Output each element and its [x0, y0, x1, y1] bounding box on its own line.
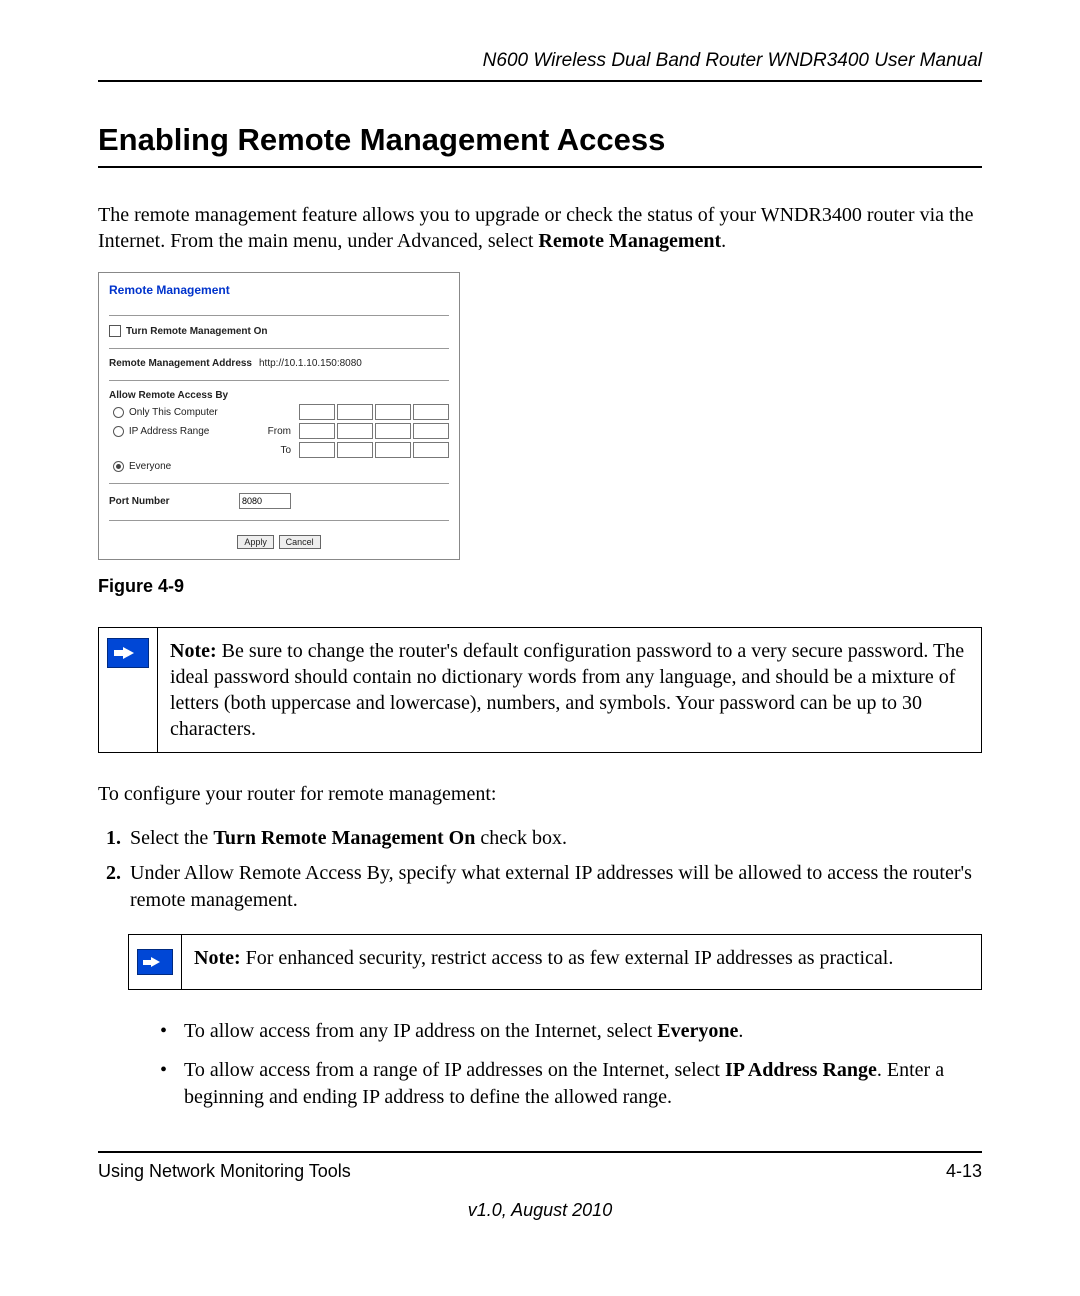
ip-octet-input[interactable] — [337, 404, 373, 420]
ip-octet-input[interactable] — [299, 442, 335, 458]
figure-caption: Figure 4-9 — [98, 576, 982, 597]
steps-list: Select the Turn Remote Management On che… — [98, 825, 982, 914]
arrow-right-icon — [137, 949, 173, 975]
ip-octet-input[interactable] — [337, 423, 373, 439]
radio-ip-range[interactable] — [113, 426, 124, 437]
step-1: Select the Turn Remote Management On che… — [126, 825, 982, 852]
bullet-ip-range: To allow access from a range of IP addre… — [160, 1057, 982, 1111]
arrow-right-icon — [107, 638, 149, 668]
note-text: Note: For enhanced security, restrict ac… — [182, 935, 905, 989]
note-box-security: Note: For enhanced security, restrict ac… — [128, 934, 982, 990]
radio-only-label: Only This Computer — [129, 407, 259, 418]
footer-version: v1.0, August 2010 — [98, 1200, 982, 1221]
title-rule — [98, 166, 982, 168]
radio-only-this-computer[interactable] — [113, 407, 124, 418]
address-label: Remote Management Address — [109, 358, 259, 369]
manual-title-header: N600 Wireless Dual Band Router WNDR3400 … — [98, 50, 982, 72]
turn-on-checkbox[interactable] — [109, 325, 121, 337]
allow-access-label: Allow Remote Access By — [109, 390, 449, 401]
footer-rule — [98, 1151, 982, 1153]
b1-b: Everyone — [657, 1020, 738, 1042]
port-input[interactable] — [239, 493, 291, 509]
port-label: Port Number — [109, 496, 239, 507]
step-1-a: Select the — [130, 827, 213, 849]
b1-c: . — [738, 1020, 743, 1042]
from-label: From — [257, 426, 295, 437]
bullet-everyone: To allow access from any IP address on t… — [160, 1018, 982, 1045]
section-title: Enabling Remote Management Access — [98, 122, 982, 158]
intro-paragraph: The remote management feature allows you… — [98, 202, 982, 254]
note-body: For enhanced security, restrict access t… — [241, 947, 894, 969]
ip-octet-input[interactable] — [413, 404, 449, 420]
footer-row: Using Network Monitoring Tools 4-13 — [98, 1161, 982, 1182]
note-text: Note: Be sure to change the router's def… — [158, 628, 981, 752]
b1-a: To allow access from any IP address on t… — [184, 1020, 657, 1042]
radio-everyone[interactable] — [113, 461, 124, 472]
configure-intro: To configure your router for remote mana… — [98, 781, 982, 807]
note-label: Note: — [194, 947, 241, 969]
to-label: To — [257, 445, 295, 456]
note-body: Be sure to change the router's default c… — [170, 640, 964, 740]
intro-text-2: . — [721, 230, 726, 252]
b2-a: To allow access from a range of IP addre… — [184, 1059, 725, 1081]
header-rule — [98, 80, 982, 82]
panel-title: Remote Management — [109, 283, 449, 297]
intro-text-1: The remote management feature allows you… — [98, 204, 973, 252]
footer-page: 4-13 — [946, 1161, 982, 1182]
ip-octet-input[interactable] — [337, 442, 373, 458]
turn-on-label: Turn Remote Management On — [126, 326, 268, 337]
note-icon-cell — [99, 628, 158, 752]
radio-range-label: IP Address Range — [129, 426, 258, 437]
ip-octet-input[interactable] — [299, 404, 335, 420]
intro-bold: Remote Management — [538, 230, 721, 252]
note-box-password: Note: Be sure to change the router's def… — [98, 627, 982, 753]
cancel-button[interactable]: Cancel — [279, 535, 321, 549]
note-label: Note: — [170, 640, 217, 662]
note-icon-cell — [129, 935, 182, 989]
ip-octet-input[interactable] — [375, 423, 411, 439]
ip-octet-input[interactable] — [413, 442, 449, 458]
ip-octet-input[interactable] — [413, 423, 449, 439]
ip-octet-input[interactable] — [375, 404, 411, 420]
ip-octet-input[interactable] — [375, 442, 411, 458]
step-1-b: Turn Remote Management On — [213, 827, 475, 849]
bullet-list: To allow access from any IP address on t… — [98, 1018, 982, 1111]
footer-section: Using Network Monitoring Tools — [98, 1161, 351, 1182]
b2-b: IP Address Range — [725, 1059, 877, 1081]
address-value: http://10.1.10.150:8080 — [259, 358, 362, 369]
step-2: Under Allow Remote Access By, specify wh… — [126, 860, 982, 914]
remote-management-screenshot: Remote Management Turn Remote Management… — [98, 272, 460, 560]
apply-button[interactable]: Apply — [237, 535, 274, 549]
radio-everyone-label: Everyone — [129, 461, 171, 472]
ip-octet-input[interactable] — [299, 423, 335, 439]
step-1-c: check box. — [475, 827, 567, 849]
ip-group-only — [299, 404, 449, 420]
ip-group-from — [299, 423, 449, 439]
ip-group-to — [299, 442, 449, 458]
